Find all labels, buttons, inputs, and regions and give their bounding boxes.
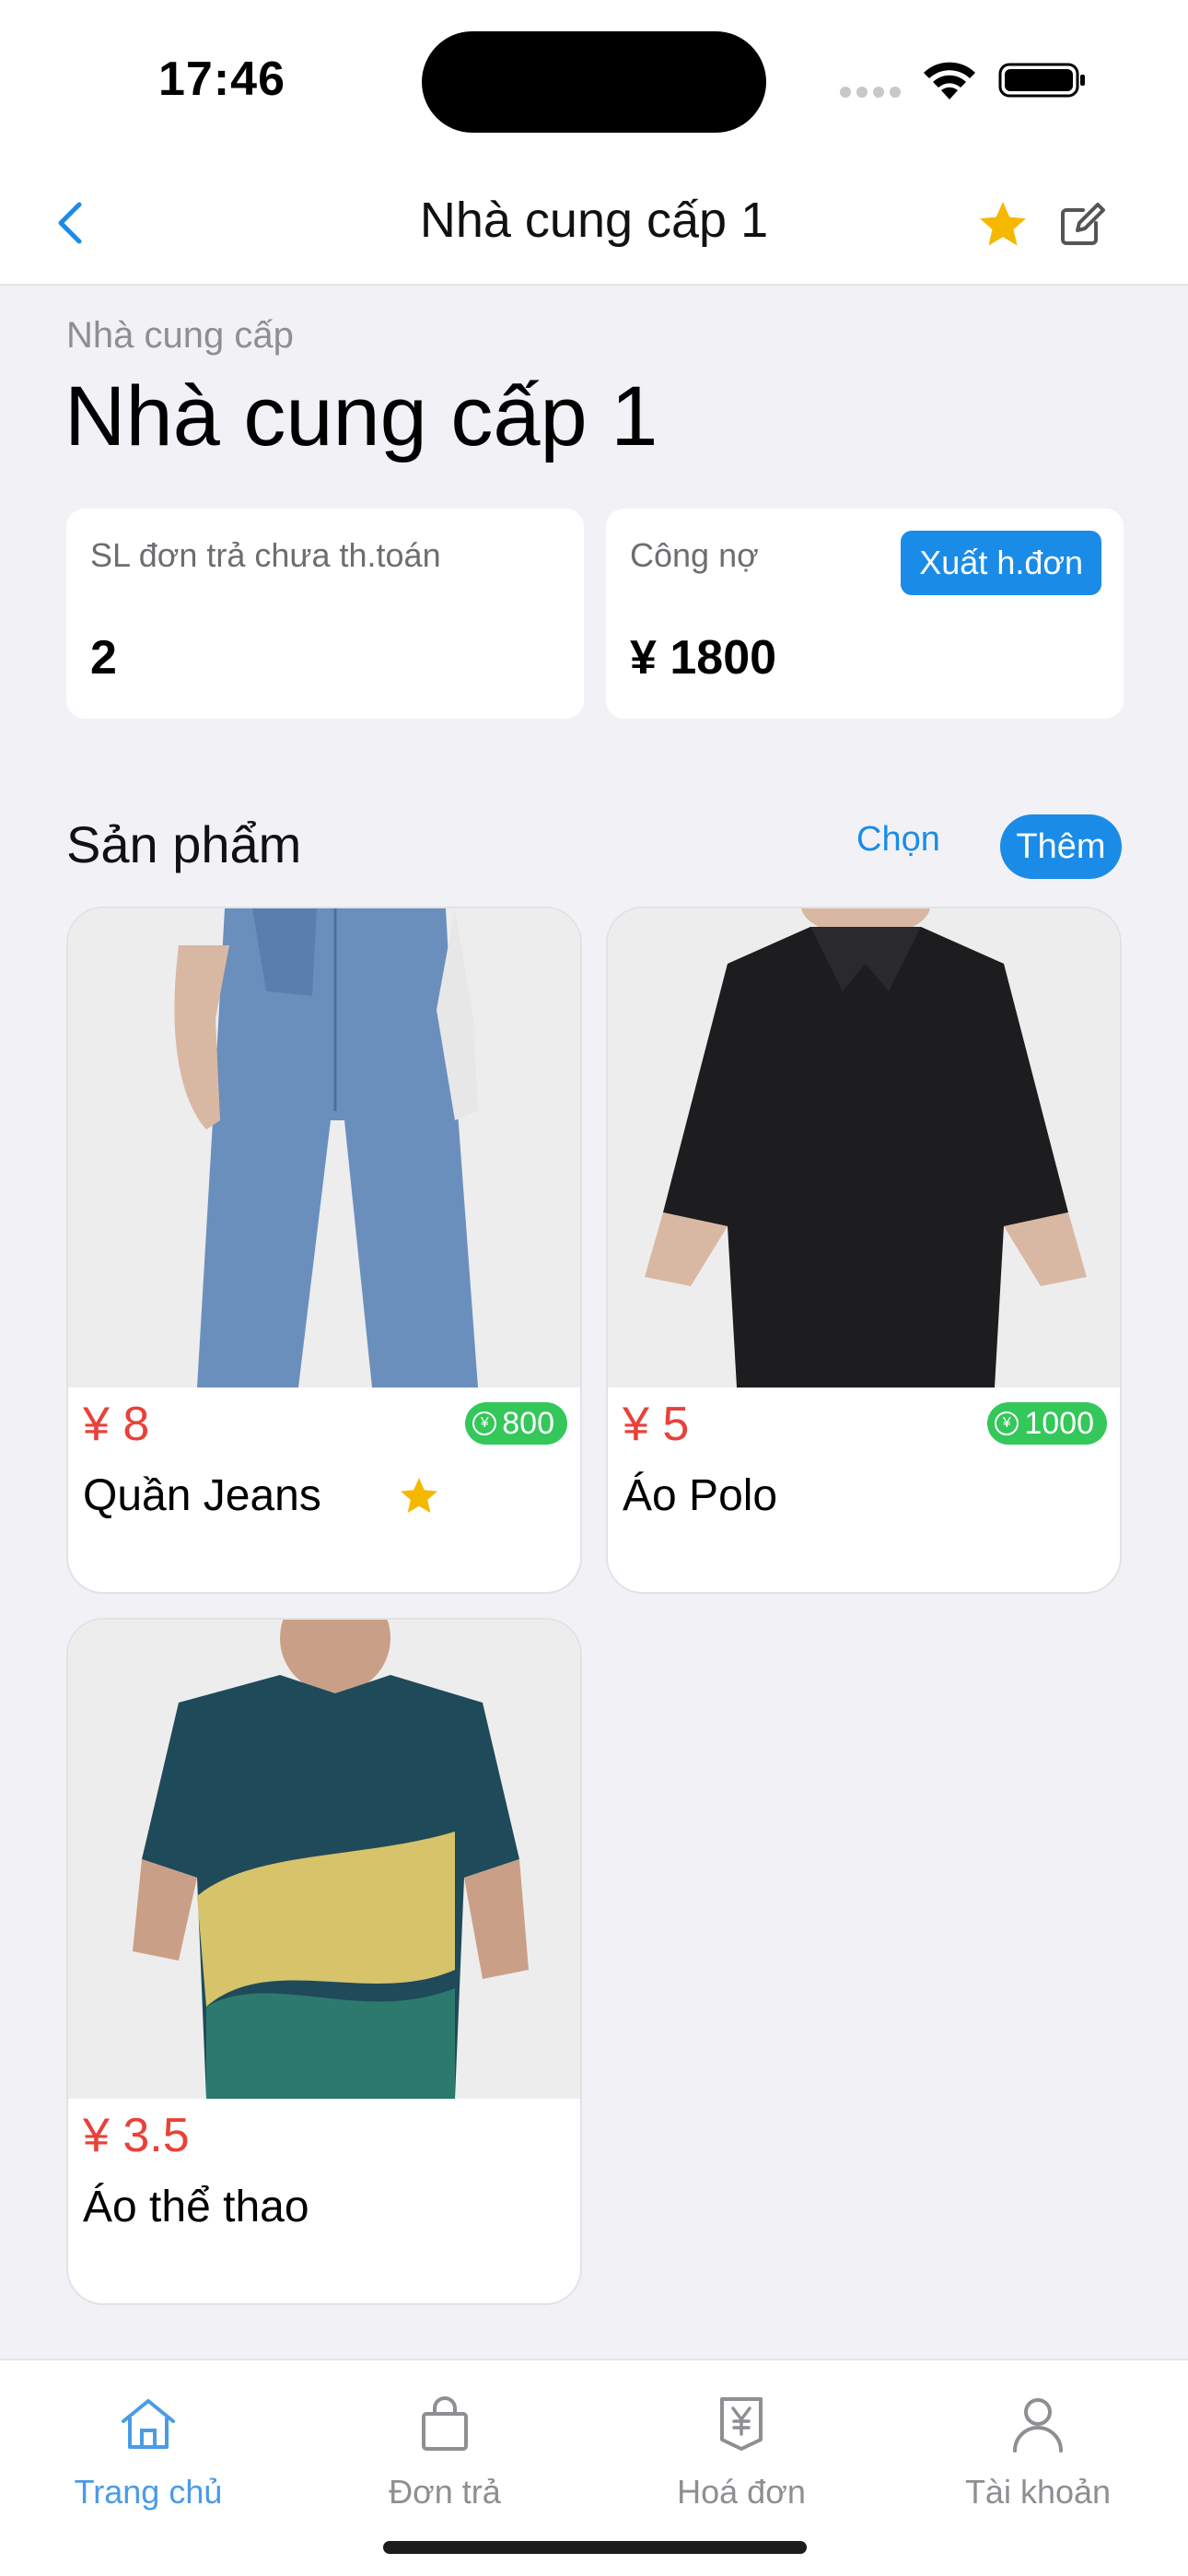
home-indicator[interactable] xyxy=(383,2541,807,2554)
export-invoice-button[interactable]: Xuất h.đơn xyxy=(901,531,1101,595)
tab-label: Tài khoản xyxy=(964,2473,1112,2511)
product-name: Áo Polo xyxy=(623,1471,778,1520)
product-price: ¥ 5 xyxy=(623,1398,690,1451)
choose-button[interactable]: Chọn xyxy=(856,820,940,860)
debt-label: Công nợ xyxy=(630,536,759,574)
dynamic-island xyxy=(422,31,766,133)
tab-account[interactable]: Tài khoản xyxy=(890,2360,1186,2526)
product-price: ¥ 3.5 xyxy=(83,2109,190,2162)
wifi-icon xyxy=(924,62,975,100)
favorite-star-icon[interactable] xyxy=(974,197,1031,252)
user-icon xyxy=(1013,2398,1063,2453)
signal-icon xyxy=(840,87,901,98)
product-name: Quần Jeans xyxy=(83,1471,321,1520)
product-image xyxy=(68,1620,580,2099)
stock-count: 800 xyxy=(502,1405,554,1441)
product-name: Áo thể thao xyxy=(83,2183,309,2231)
supplier-caption: Nhà cung cấp xyxy=(66,315,294,356)
edit-icon[interactable] xyxy=(1059,199,1107,247)
tab-label: Hoá đơn xyxy=(677,2473,806,2511)
product-card[interactable]: ¥ 3.5 Áo thể thao xyxy=(66,1618,582,2305)
debt-value: ¥ 1800 xyxy=(630,631,777,685)
tab-label: Trang chủ xyxy=(74,2473,223,2511)
tab-returns[interactable]: Đơn trả xyxy=(297,2360,593,2526)
unpaid-returns-label: SL đơn trả chưa th.toán xyxy=(90,536,441,574)
home-icon xyxy=(122,2399,175,2449)
favorite-star-icon xyxy=(401,1478,437,1513)
tab-label: Đơn trả xyxy=(389,2473,501,2511)
debt-card[interactable]: Công nợ ¥ 1800 Xuất h.đơn xyxy=(606,509,1124,719)
status-time: 17:46 xyxy=(158,53,285,106)
invoice-icon xyxy=(720,2397,763,2451)
stock-count: 1000 xyxy=(1024,1405,1094,1441)
yen-icon: ¥ xyxy=(472,1411,497,1435)
add-product-button[interactable]: Thêm xyxy=(1000,814,1122,879)
yen-icon: ¥ xyxy=(995,1411,1019,1435)
top-bar: 17:46 Nhà cung cấp 1 xyxy=(0,0,1188,286)
product-price: ¥ 8 xyxy=(83,1398,150,1451)
supplier-name: Nhà cung cấp 1 xyxy=(64,369,658,463)
battery-icon xyxy=(998,63,1085,98)
product-image xyxy=(608,908,1120,1388)
stock-badge: ¥ 1000 xyxy=(987,1402,1107,1445)
tab-home[interactable]: Trang chủ xyxy=(0,2360,297,2526)
tab-invoices[interactable]: Hoá đơn xyxy=(593,2360,890,2526)
unpaid-returns-card[interactable]: SL đơn trả chưa th.toán 2 xyxy=(66,509,584,719)
product-image xyxy=(68,908,580,1388)
bag-icon xyxy=(422,2396,468,2451)
product-card[interactable]: ¥ 8 ¥ 800 Quần Jeans xyxy=(66,907,582,1594)
stock-badge: ¥ 800 xyxy=(465,1402,567,1445)
products-section-title: Sản phẩm xyxy=(66,815,302,873)
product-card[interactable]: ¥ 5 ¥ 1000 Áo Polo xyxy=(606,907,1122,1594)
unpaid-returns-value: 2 xyxy=(90,631,117,685)
